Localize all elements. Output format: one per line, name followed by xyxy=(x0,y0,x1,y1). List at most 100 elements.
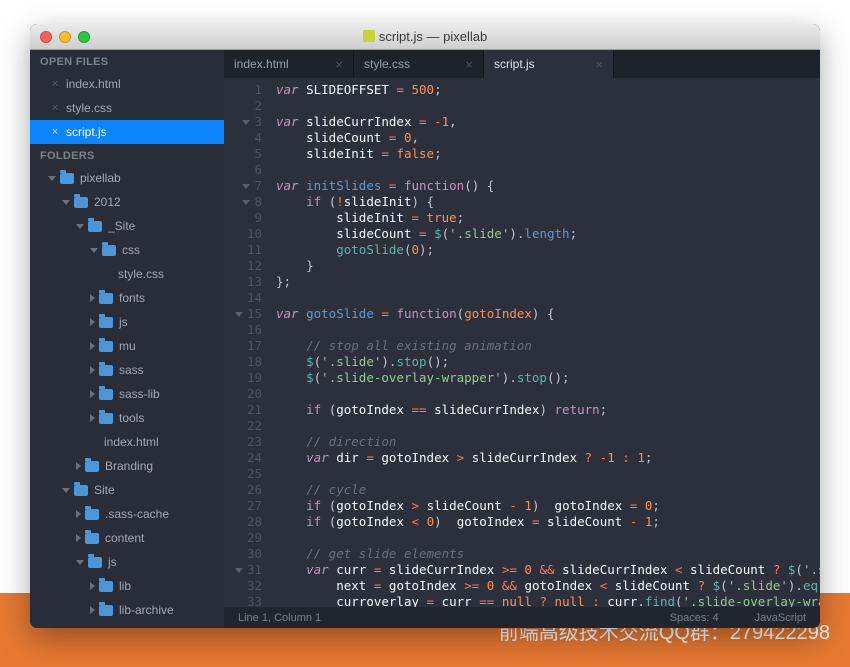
code-line[interactable]: var curr = slideCurrIndex >= 0 && slideC… xyxy=(276,562,820,578)
disclosure-icon[interactable] xyxy=(90,294,95,302)
code-line[interactable]: slideInit = true; xyxy=(276,210,820,226)
close-icon[interactable]: × xyxy=(595,57,603,72)
line-number[interactable]: 25 xyxy=(228,466,262,482)
line-number[interactable]: 14 xyxy=(228,290,262,306)
code-line[interactable]: } xyxy=(276,258,820,274)
code-line[interactable] xyxy=(276,530,820,546)
disclosure-icon[interactable] xyxy=(76,534,81,542)
line-number[interactable]: 7 xyxy=(228,178,262,194)
line-number[interactable]: 29 xyxy=(228,530,262,546)
line-number[interactable]: 18 xyxy=(228,354,262,370)
code-line[interactable]: $('.slide').stop(); xyxy=(276,354,820,370)
editor-tab[interactable]: style.css× xyxy=(354,50,484,78)
maximize-icon[interactable] xyxy=(78,31,90,43)
line-number[interactable]: 22 xyxy=(228,418,262,434)
line-number[interactable]: 15 xyxy=(228,306,262,322)
folder-tree[interactable]: pixellab2012_Sitecssstyle.cssfontsjsmusa… xyxy=(30,166,224,628)
close-icon[interactable]: × xyxy=(48,75,62,93)
folder-item[interactable]: js xyxy=(30,550,224,574)
line-number[interactable]: 32 xyxy=(228,578,262,594)
folder-item[interactable]: sass-lib xyxy=(30,382,224,406)
disclosure-icon[interactable] xyxy=(90,318,95,326)
code-line[interactable]: curroverlay = curr == null ? null : curr… xyxy=(276,594,820,607)
close-icon[interactable]: × xyxy=(465,57,473,72)
code-line[interactable]: $('.slide-overlay-wrapper').stop(); xyxy=(276,370,820,386)
line-number[interactable]: 11 xyxy=(228,242,262,258)
fold-icon[interactable] xyxy=(242,184,250,189)
line-number[interactable]: 27 xyxy=(228,498,262,514)
minimize-icon[interactable] xyxy=(59,31,71,43)
line-number[interactable]: 5 xyxy=(228,146,262,162)
code-line[interactable]: slideInit = false; xyxy=(276,146,820,162)
code-line[interactable]: slideCount = 0, xyxy=(276,130,820,146)
folder-item[interactable]: lib xyxy=(30,574,224,598)
code-line[interactable]: var slideCurrIndex = -1, xyxy=(276,114,820,130)
folder-item[interactable]: sass xyxy=(30,358,224,382)
folder-item[interactable]: content xyxy=(30,526,224,550)
code-line[interactable]: next = gotoIndex >= 0 && gotoIndex < sli… xyxy=(276,578,820,594)
fold-icon[interactable] xyxy=(235,568,243,573)
code-line[interactable]: if (!slideInit) { xyxy=(276,194,820,210)
code-line[interactable]: }; xyxy=(276,274,820,290)
code-line[interactable] xyxy=(276,418,820,434)
line-number[interactable]: 20 xyxy=(228,386,262,402)
fold-icon[interactable] xyxy=(242,120,250,125)
folder-item[interactable]: tools xyxy=(30,406,224,430)
disclosure-icon[interactable] xyxy=(62,488,70,493)
line-number[interactable]: 9 xyxy=(228,210,262,226)
line-number[interactable]: 4 xyxy=(228,130,262,146)
code-line[interactable] xyxy=(276,466,820,482)
close-icon[interactable] xyxy=(40,31,52,43)
code-line[interactable]: // stop all existing animation xyxy=(276,338,820,354)
line-number[interactable]: 31 xyxy=(228,562,262,578)
editor-tab[interactable]: index.html× xyxy=(224,50,354,78)
folder-item[interactable]: js xyxy=(30,310,224,334)
open-file-item[interactable]: ×style.css xyxy=(30,96,224,120)
line-number[interactable]: 12 xyxy=(228,258,262,274)
line-number[interactable]: 8 xyxy=(228,194,262,210)
code-line[interactable] xyxy=(276,322,820,338)
code-line[interactable] xyxy=(276,290,820,306)
disclosure-icon[interactable] xyxy=(76,462,81,470)
line-number[interactable]: 1 xyxy=(228,82,262,98)
file-item[interactable]: style.css xyxy=(30,262,224,286)
code-line[interactable]: var gotoSlide = function(gotoIndex) { xyxy=(276,306,820,322)
folder-item[interactable]: _Site xyxy=(30,214,224,238)
line-gutter[interactable]: 1234567891011121314151617181920212223242… xyxy=(224,78,270,607)
code-line[interactable]: if (gotoIndex == slideCurrIndex) return; xyxy=(276,402,820,418)
code-line[interactable]: slideCount = $('.slide').length; xyxy=(276,226,820,242)
disclosure-icon[interactable] xyxy=(90,342,95,350)
code-line[interactable]: // direction xyxy=(276,434,820,450)
code-line[interactable]: gotoSlide(0); xyxy=(276,242,820,258)
disclosure-icon[interactable] xyxy=(76,224,84,229)
code-editor[interactable]: 1234567891011121314151617181920212223242… xyxy=(224,78,820,607)
indent-setting[interactable]: Spaces: 4 xyxy=(670,612,719,624)
open-file-item[interactable]: ×script.js xyxy=(30,120,224,144)
code-line[interactable] xyxy=(276,98,820,114)
line-number[interactable]: 3 xyxy=(228,114,262,130)
line-number[interactable]: 24 xyxy=(228,450,262,466)
disclosure-icon[interactable] xyxy=(90,606,95,614)
folder-item[interactable]: lib-archive xyxy=(30,598,224,622)
code-line[interactable]: var SLIDEOFFSET = 500; xyxy=(276,82,820,98)
line-number[interactable]: 28 xyxy=(228,514,262,530)
open-file-item[interactable]: ×index.html xyxy=(30,72,224,96)
line-number[interactable]: 33 xyxy=(228,594,262,607)
folder-item[interactable]: Site xyxy=(30,478,224,502)
folder-item[interactable]: Branding xyxy=(30,454,224,478)
disclosure-icon[interactable] xyxy=(90,582,95,590)
folder-item[interactable]: pixellab xyxy=(30,166,224,190)
fold-icon[interactable] xyxy=(235,312,243,317)
code-line[interactable]: var initSlides = function() { xyxy=(276,178,820,194)
line-number[interactable]: 2 xyxy=(228,98,262,114)
disclosure-icon[interactable] xyxy=(90,366,95,374)
line-number[interactable]: 17 xyxy=(228,338,262,354)
line-number[interactable]: 21 xyxy=(228,402,262,418)
line-number[interactable]: 30 xyxy=(228,546,262,562)
code-line[interactable]: var dir = gotoIndex > slideCurrIndex ? -… xyxy=(276,450,820,466)
line-number[interactable]: 16 xyxy=(228,322,262,338)
close-icon[interactable]: × xyxy=(48,123,62,141)
code-line[interactable] xyxy=(276,386,820,402)
disclosure-icon[interactable] xyxy=(90,248,98,253)
close-icon[interactable]: × xyxy=(335,57,343,72)
